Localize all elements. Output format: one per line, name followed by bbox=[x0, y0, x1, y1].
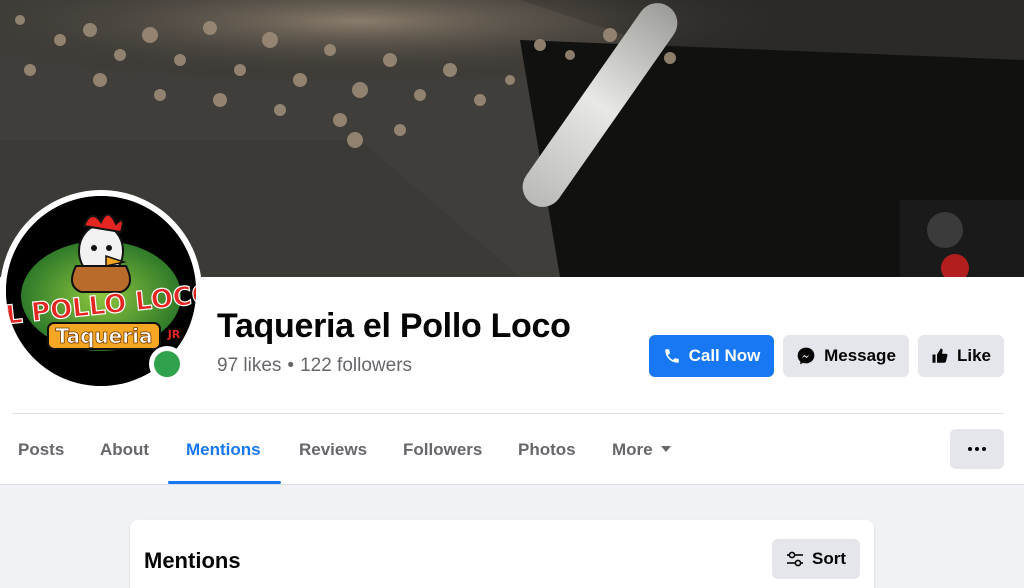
tab-photos[interactable]: Photos bbox=[518, 440, 576, 460]
tab-followers[interactable]: Followers bbox=[403, 440, 482, 460]
sliders-icon bbox=[787, 551, 803, 567]
call-now-button[interactable]: Call Now bbox=[649, 335, 774, 377]
stats-separator: • bbox=[287, 355, 295, 376]
mentions-card: Mentions Sort bbox=[130, 520, 874, 588]
header-divider bbox=[12, 413, 1004, 414]
logo-badge-text: JR bbox=[167, 328, 181, 341]
sort-button[interactable]: Sort bbox=[772, 539, 860, 579]
tab-reviews[interactable]: Reviews bbox=[299, 440, 367, 460]
tab-about[interactable]: About bbox=[100, 440, 149, 460]
message-button[interactable]: Message bbox=[783, 335, 909, 377]
like-button[interactable]: Like bbox=[918, 335, 1004, 377]
more-dots-icon-dot bbox=[975, 447, 979, 451]
call-now-label: Call Now bbox=[688, 346, 761, 365]
caret-down-icon bbox=[660, 446, 671, 452]
online-status-dot bbox=[149, 346, 185, 382]
more-options-button[interactable] bbox=[950, 429, 1004, 469]
active-tab-indicator bbox=[168, 481, 281, 484]
followers-count[interactable]: 122 followers bbox=[300, 355, 412, 376]
message-label: Message bbox=[824, 346, 896, 365]
tab-more[interactable]: More bbox=[612, 440, 671, 460]
sort-label: Sort bbox=[812, 549, 846, 568]
logo-sub-text: Taqueria bbox=[56, 324, 153, 348]
tab-more-label: More bbox=[612, 440, 653, 459]
mentions-title: Mentions bbox=[144, 548, 241, 573]
thumbs-up-icon bbox=[932, 348, 948, 363]
tabs-divider bbox=[0, 484, 1024, 485]
more-dots-icon bbox=[968, 447, 972, 451]
like-label: Like bbox=[956, 346, 992, 365]
page-title: Taqueria el Pollo Loco bbox=[217, 307, 571, 345]
likes-count[interactable]: 97 likes bbox=[217, 355, 281, 376]
phone-icon bbox=[664, 349, 679, 363]
messenger-icon bbox=[797, 347, 815, 365]
tab-mentions[interactable]: Mentions bbox=[186, 440, 261, 460]
more-dots-icon-dot bbox=[982, 447, 986, 451]
tab-posts[interactable]: Posts bbox=[18, 440, 64, 460]
page-stats: 97 likes • 122 followers bbox=[217, 355, 412, 377]
